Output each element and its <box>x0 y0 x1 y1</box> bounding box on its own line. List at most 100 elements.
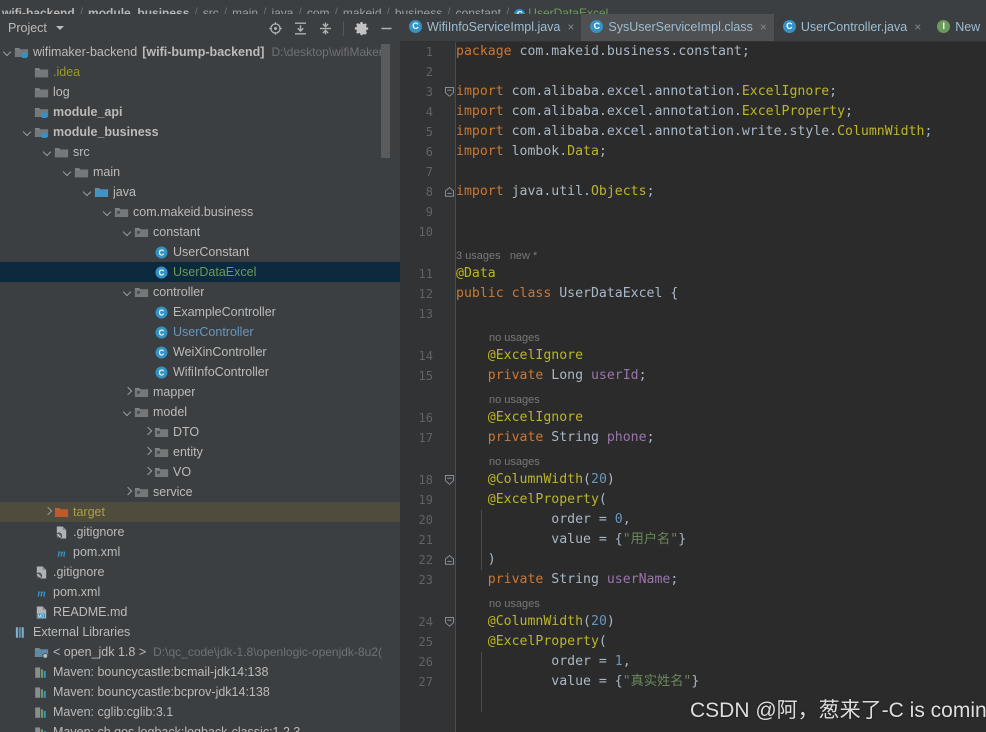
expand-all-icon[interactable] <box>293 21 308 36</box>
tree-row[interactable]: .gitignore <box>0 562 400 582</box>
code-fold-icon[interactable] <box>444 182 455 202</box>
breadcrumb-item[interactable]: com <box>307 7 330 14</box>
tree-row[interactable]: .idea <box>0 62 400 82</box>
tree-row[interactable]: log <box>0 82 400 102</box>
collapse-all-icon[interactable] <box>318 21 333 36</box>
tree-row[interactable]: Maven: bouncycastle:bcmail-jdk14:138 <box>0 662 400 682</box>
breadcrumb-item[interactable]: makeid <box>343 7 382 14</box>
inlay-usage-hint[interactable]: no usages <box>489 454 540 470</box>
tree-row[interactable]: com.makeid.business <box>0 202 400 222</box>
tree-row[interactable]: Maven: bouncycastle:bcprov-jdk14:138 <box>0 682 400 702</box>
code-token: "用户名" <box>622 532 679 547</box>
editor-tab[interactable]: C SysUserServiceImpl.class × <box>581 14 774 41</box>
project-tree-scrollbar[interactable] <box>381 44 390 158</box>
code-fold-icon[interactable] <box>444 470 455 490</box>
chevron-down-icon[interactable] <box>55 26 64 30</box>
tree-row[interactable]: m pom.xml <box>0 542 400 562</box>
chevron-down-icon[interactable] <box>122 407 133 418</box>
tree-row[interactable]: MD README.md <box>0 602 400 622</box>
tree-row[interactable]: Maven: ch.qos.logback:logback-classic:1.… <box>0 722 400 732</box>
breadcrumb-separator: / <box>386 5 390 14</box>
project-toolwindow-title[interactable]: Project <box>8 21 47 35</box>
tree-row[interactable]: module_business <box>0 122 400 142</box>
close-icon[interactable]: × <box>567 20 574 34</box>
tree-row[interactable]: main <box>0 162 400 182</box>
tree-row[interactable]: C WeiXinController <box>0 342 400 362</box>
tree-row[interactable]: .gitignore <box>0 522 400 542</box>
chevron-right-icon[interactable] <box>122 387 133 398</box>
breadcrumb-item[interactable]: wifi-backend <box>2 7 75 14</box>
tree-row[interactable]: module_api <box>0 102 400 122</box>
tree-row[interactable]: wifimaker-backend [wifi-bump-backend] D:\d… <box>0 42 400 62</box>
chevron-right-icon[interactable] <box>142 427 153 438</box>
tree-row[interactable]: VO <box>0 462 400 482</box>
code-token: order = <box>456 512 615 527</box>
code-token: private <box>456 368 552 383</box>
editor-tab[interactable]: C UserController.java × <box>774 14 928 41</box>
tree-row[interactable]: DTO <box>0 422 400 442</box>
breadcrumb-item[interactable]: module_business <box>88 7 189 14</box>
tree-row[interactable]: model <box>0 402 400 422</box>
breadcrumb-item[interactable]: business <box>395 7 442 14</box>
code-token: , <box>622 654 631 669</box>
chevron-down-icon[interactable] <box>122 287 133 298</box>
breadcrumb-item[interactable]: java <box>271 7 293 14</box>
tree-row[interactable]: constant <box>0 222 400 242</box>
tree-row[interactable]: External Libraries <box>0 622 400 642</box>
tree-arrow-placeholder <box>22 87 33 98</box>
chevron-down-icon[interactable] <box>82 187 93 198</box>
code-token: { <box>670 286 679 301</box>
tree-row[interactable]: < open_jdk 1.8 > D:\qc_code\jdk-1.8\openl… <box>0 642 400 662</box>
breadcrumb-item[interactable]: main <box>232 7 258 14</box>
tree-row[interactable]: C UserConstant <box>0 242 400 262</box>
chevron-right-icon[interactable] <box>42 507 53 518</box>
hide-toolwindow-icon[interactable] <box>379 21 394 36</box>
close-icon[interactable]: × <box>760 20 767 34</box>
code-fold-icon[interactable] <box>444 550 455 570</box>
tree-row[interactable]: C UserController <box>0 322 400 342</box>
tree-row[interactable]: service <box>0 482 400 502</box>
code-editor[interactable]: 1 2 3 4 5 6 7 8 9 10 11 12 13 14 15 16 17 18 19 20 21 22 23 24 2… <box>400 42 986 732</box>
close-icon[interactable]: × <box>914 20 921 34</box>
code-token: @Data <box>456 266 496 281</box>
tree-row[interactable]: java <box>0 182 400 202</box>
tree-row[interactable]: C ExampleController <box>0 302 400 322</box>
settings-gear-icon[interactable] <box>354 21 369 36</box>
tree-row-label: mapper <box>153 385 196 399</box>
inlay-usage-hint[interactable]: no usages <box>489 392 540 408</box>
select-opened-file-icon[interactable] <box>268 21 283 36</box>
chevron-right-icon[interactable] <box>142 447 153 458</box>
code-fold-icon[interactable] <box>444 82 455 102</box>
chevron-down-icon[interactable] <box>62 167 73 178</box>
tree-row[interactable]: Maven: cglib:cglib:3.1 <box>0 702 400 722</box>
code-token: @ExcelProperty <box>456 634 599 649</box>
tree-row[interactable]: target <box>0 502 400 522</box>
chevron-right-icon[interactable] <box>122 487 133 498</box>
chevron-down-icon[interactable] <box>122 227 133 238</box>
inlay-usage-hint[interactable]: 3 usages new * <box>456 248 537 264</box>
editor-tab[interactable]: I New <box>928 14 986 41</box>
breadcrumb-item[interactable]: src <box>203 7 219 14</box>
tree-row[interactable]: entity <box>0 442 400 462</box>
chevron-down-icon[interactable] <box>22 127 33 138</box>
editor-tab[interactable]: C WifiInfoServiceImpl.java × <box>400 14 581 41</box>
chevron-down-icon[interactable] <box>42 147 53 158</box>
tree-row[interactable]: src <box>0 142 400 162</box>
tree-row[interactable]: C WifiInfoController <box>0 362 400 382</box>
tree-row[interactable]: controller <box>0 282 400 302</box>
breadcrumb-item[interactable]: UserDataExcel <box>528 7 608 14</box>
tree-row[interactable]: m pom.xml <box>0 582 400 602</box>
chevron-right-icon[interactable] <box>142 467 153 478</box>
breadcrumb-item[interactable]: constant <box>456 7 501 14</box>
editor-gutter[interactable]: 1 2 3 4 5 6 7 8 9 10 11 12 13 14 15 16 17 18 19 20 21 22 23 24 2… <box>400 42 455 732</box>
chevron-down-icon[interactable] <box>2 47 13 58</box>
line-number: 12 <box>418 287 433 301</box>
tree-row[interactable]: C UserDataExcel <box>0 262 400 282</box>
inlay-usage-hint[interactable]: no usages <box>489 596 540 612</box>
tree-arrow-placeholder <box>42 527 53 538</box>
chevron-down-icon[interactable] <box>102 207 113 218</box>
code-fold-icon[interactable] <box>444 612 455 632</box>
tree-row[interactable]: mapper <box>0 382 400 402</box>
editor-code-area[interactable]: package com.makeid.business.constant; imp… <box>456 42 986 732</box>
inlay-usage-hint[interactable]: no usages <box>489 330 540 346</box>
